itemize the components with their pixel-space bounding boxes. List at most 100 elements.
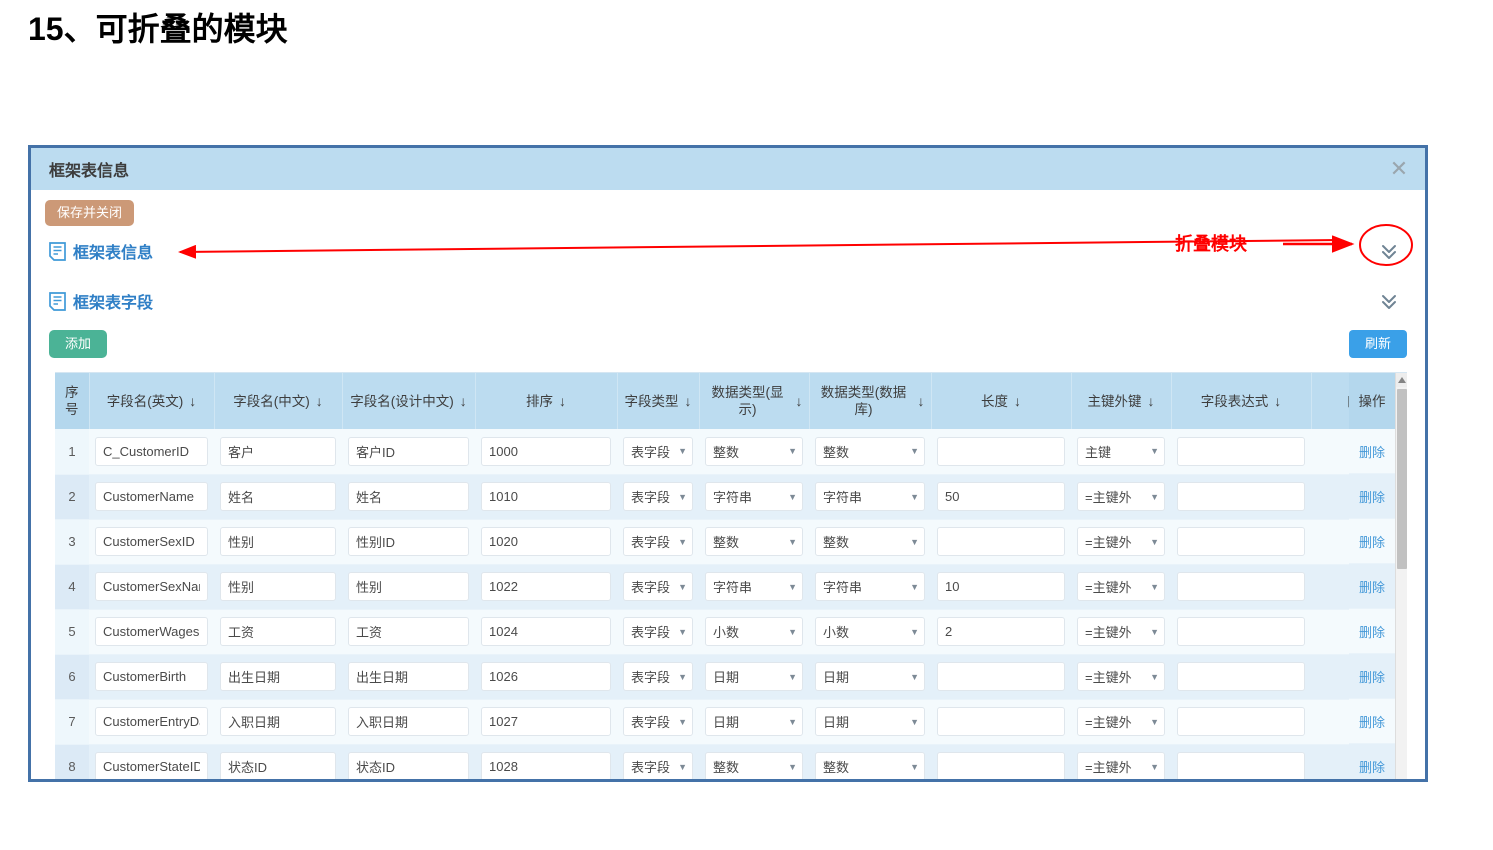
- column-header-name_design[interactable]: 字段名(设计中文) ↓: [342, 373, 476, 429]
- data_db-select[interactable]: 小数 ▼: [815, 617, 925, 646]
- expression-input[interactable]: [1177, 752, 1305, 779]
- section-header[interactable]: 框架表字段: [49, 288, 1425, 314]
- name_design-input[interactable]: [348, 662, 469, 691]
- length-input[interactable]: [937, 527, 1065, 556]
- name_en-input[interactable]: [95, 617, 208, 646]
- delete-link[interactable]: 删除: [1349, 744, 1395, 779]
- column-header-name_cn[interactable]: 字段名(中文) ↓: [214, 373, 343, 429]
- expression-input[interactable]: [1177, 617, 1305, 646]
- delete-link[interactable]: 删除: [1349, 654, 1395, 699]
- name_en-input[interactable]: [95, 707, 208, 736]
- save-and-close-button[interactable]: 保存并关闭: [45, 200, 135, 226]
- pk_fk-select[interactable]: 主键 ▼: [1077, 436, 1165, 466]
- field_type-select[interactable]: 表字段 ▼: [623, 482, 693, 511]
- pk_fk-select[interactable]: =主键外 ▼: [1077, 707, 1165, 736]
- name_design-input[interactable]: [348, 436, 469, 466]
- collapse-toggle-chevron-icon[interactable]: [1375, 238, 1403, 264]
- name_cn-input[interactable]: [220, 662, 336, 691]
- column-header-data_db[interactable]: 数据类型(数据库) ↓: [809, 373, 932, 429]
- column-header-length[interactable]: 长度 ↓: [931, 373, 1072, 429]
- order-input[interactable]: [481, 617, 611, 646]
- sort-arrow-icon[interactable]: ↓: [796, 393, 803, 410]
- data_db-select[interactable]: 整数 ▼: [815, 527, 925, 556]
- sort-arrow-icon[interactable]: ↓: [559, 393, 566, 410]
- data_db-select[interactable]: 日期 ▼: [815, 707, 925, 736]
- pk_fk-select[interactable]: =主键外 ▼: [1077, 572, 1165, 601]
- scroll-up-arrow-icon[interactable]: [1396, 373, 1407, 387]
- name_en-input[interactable]: [95, 572, 208, 601]
- name_design-input[interactable]: [348, 707, 469, 736]
- data_disp-select[interactable]: 日期 ▼: [705, 662, 803, 691]
- field_type-select[interactable]: 表字段 ▼: [623, 572, 693, 601]
- name_cn-input[interactable]: [220, 707, 336, 736]
- delete-link[interactable]: 删除: [1349, 564, 1395, 609]
- data_disp-select[interactable]: 日期 ▼: [705, 707, 803, 736]
- data_db-select[interactable]: 日期 ▼: [815, 662, 925, 691]
- delete-link[interactable]: 删除: [1349, 699, 1395, 744]
- name_cn-input[interactable]: [220, 752, 336, 779]
- length-input[interactable]: [937, 752, 1065, 779]
- name_en-input[interactable]: [95, 527, 208, 556]
- order-input[interactable]: [481, 482, 611, 511]
- length-input[interactable]: [937, 707, 1065, 736]
- data_disp-select[interactable]: 整数 ▼: [705, 752, 803, 779]
- data_db-select[interactable]: 整数 ▼: [815, 436, 925, 466]
- order-input[interactable]: [481, 527, 611, 556]
- data_db-select[interactable]: 整数 ▼: [815, 752, 925, 779]
- name_design-input[interactable]: [348, 752, 469, 779]
- name_design-input[interactable]: [348, 527, 469, 556]
- data_disp-select[interactable]: 小数 ▼: [705, 617, 803, 646]
- add-button[interactable]: 添加: [49, 330, 108, 358]
- sort-arrow-icon[interactable]: ↓: [918, 393, 925, 410]
- length-input[interactable]: [937, 436, 1065, 466]
- sort-arrow-icon[interactable]: ↓: [189, 393, 196, 410]
- field_type-select[interactable]: 表字段 ▼: [623, 436, 693, 466]
- name_design-input[interactable]: [348, 482, 469, 511]
- expression-input[interactable]: [1177, 527, 1305, 556]
- sort-arrow-icon[interactable]: ↓: [1274, 393, 1281, 410]
- length-input[interactable]: [937, 617, 1065, 646]
- name_design-input[interactable]: [348, 572, 469, 601]
- pk_fk-select[interactable]: =主键外 ▼: [1077, 527, 1165, 556]
- sort-arrow-icon[interactable]: ↓: [685, 393, 692, 410]
- order-input[interactable]: [481, 662, 611, 691]
- sort-arrow-icon[interactable]: ↓: [1014, 393, 1021, 410]
- data_disp-select[interactable]: 整数 ▼: [705, 436, 803, 466]
- data_disp-select[interactable]: 整数 ▼: [705, 527, 803, 556]
- name_en-input[interactable]: [95, 436, 208, 466]
- pk_fk-select[interactable]: =主键外 ▼: [1077, 662, 1165, 691]
- name_en-input[interactable]: [95, 482, 208, 511]
- sort-arrow-icon[interactable]: ↓: [460, 393, 467, 410]
- data_disp-select[interactable]: 字符串 ▼: [705, 482, 803, 511]
- name_en-input[interactable]: [95, 752, 208, 779]
- column-header-data_disp[interactable]: 数据类型(显示) ↓: [699, 373, 810, 429]
- expression-input[interactable]: [1177, 707, 1305, 736]
- delete-link[interactable]: 删除: [1349, 519, 1395, 564]
- delete-link[interactable]: 删除: [1349, 609, 1395, 654]
- delete-link[interactable]: 删除: [1349, 429, 1395, 474]
- pk_fk-select[interactable]: =主键外 ▼: [1077, 617, 1165, 646]
- order-input[interactable]: [481, 572, 611, 601]
- pk_fk-select[interactable]: =主键外 ▼: [1077, 482, 1165, 511]
- column-header-pk_fk[interactable]: 主键外键 ↓: [1071, 373, 1172, 429]
- collapse-toggle-chevron-icon[interactable]: [1375, 288, 1403, 314]
- column-header-name_en[interactable]: 字段名(英文) ↓: [89, 373, 215, 429]
- delete-link[interactable]: 删除: [1349, 474, 1395, 519]
- field_type-select[interactable]: 表字段 ▼: [623, 707, 693, 736]
- name_cn-input[interactable]: [220, 482, 336, 511]
- expression-input[interactable]: [1177, 572, 1305, 601]
- name_cn-input[interactable]: [220, 572, 336, 601]
- sort-arrow-icon[interactable]: ↓: [316, 393, 323, 410]
- close-icon[interactable]: ✕: [1387, 157, 1411, 181]
- pk_fk-select[interactable]: =主键外 ▼: [1077, 752, 1165, 779]
- name_cn-input[interactable]: [220, 617, 336, 646]
- name_en-input[interactable]: [95, 662, 208, 691]
- field_type-select[interactable]: 表字段 ▼: [623, 662, 693, 691]
- data_disp-select[interactable]: 字符串 ▼: [705, 572, 803, 601]
- data_db-select[interactable]: 字符串 ▼: [815, 572, 925, 601]
- field_type-select[interactable]: 表字段 ▼: [623, 752, 693, 779]
- name_design-input[interactable]: [348, 617, 469, 646]
- name_cn-input[interactable]: [220, 436, 336, 466]
- length-input[interactable]: [937, 572, 1065, 601]
- refresh-button[interactable]: 刷新: [1348, 330, 1407, 358]
